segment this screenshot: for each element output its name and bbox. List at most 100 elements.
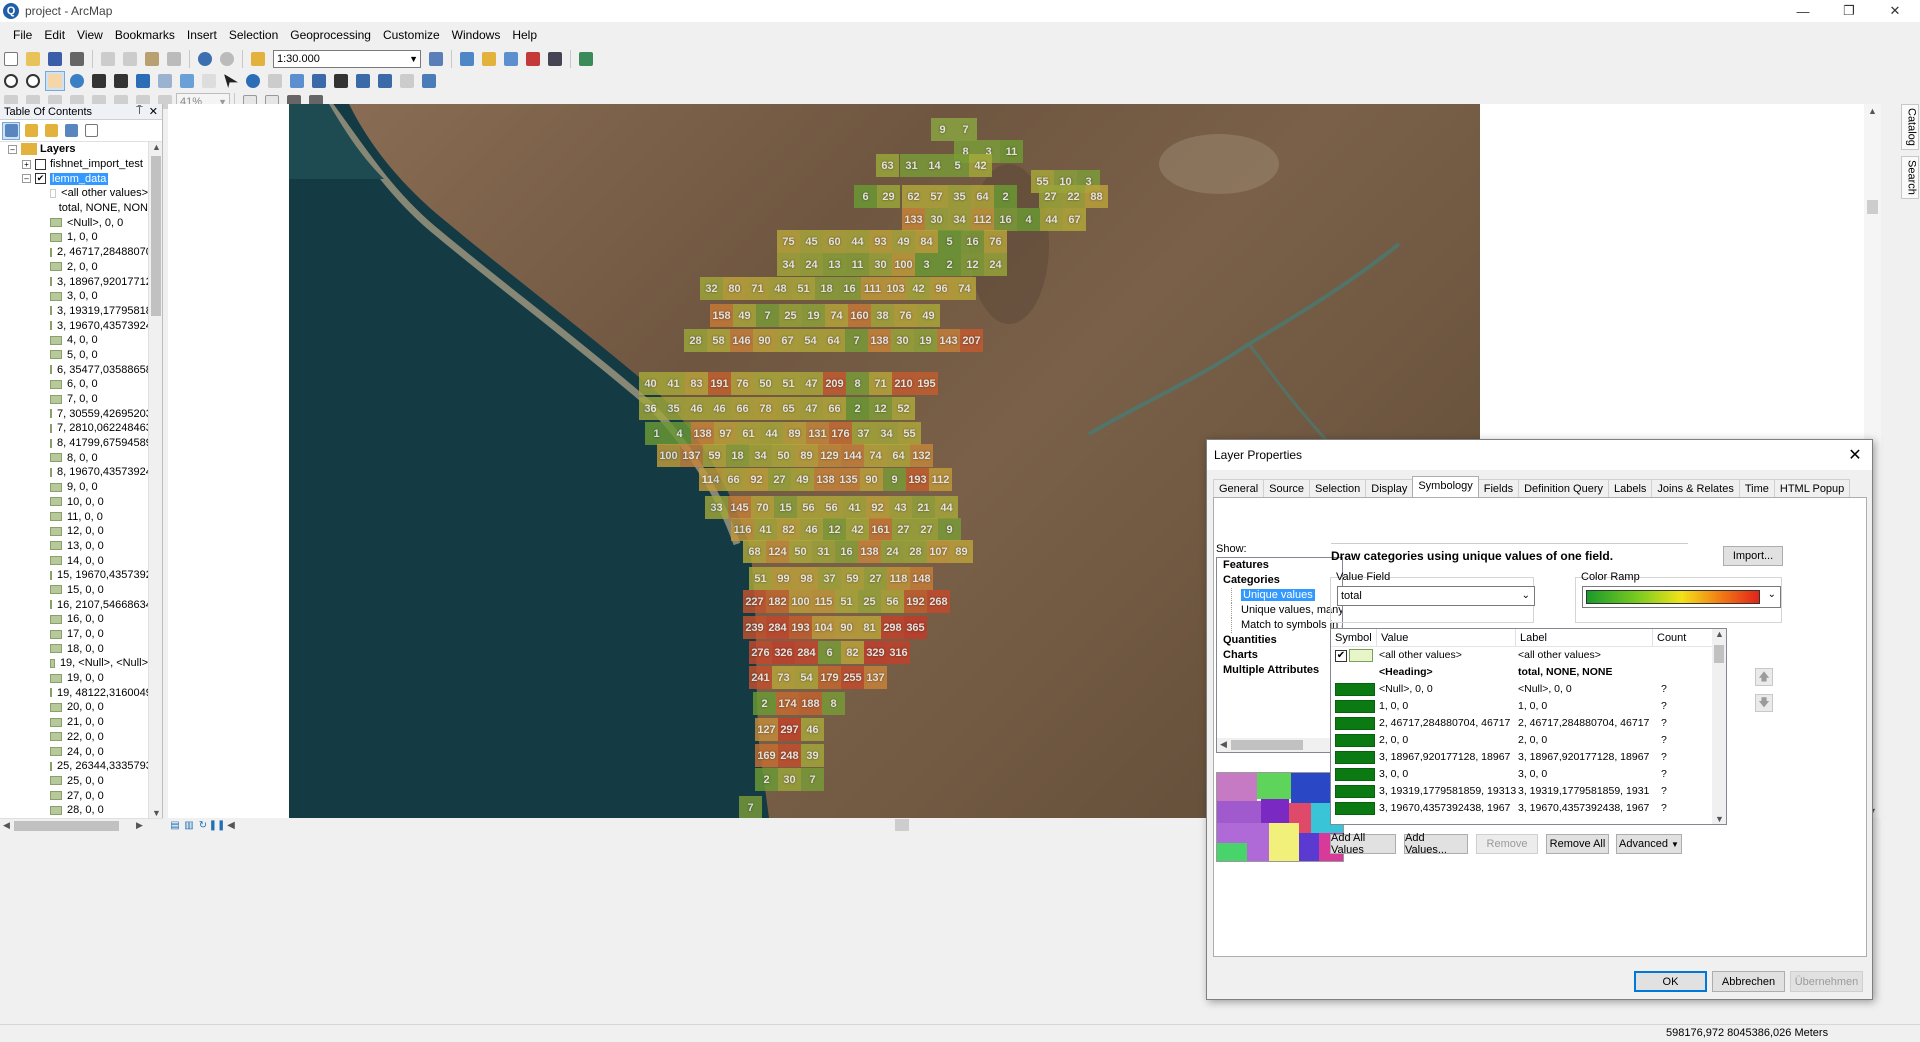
cancel-button[interactable]: Abbrechen	[1712, 971, 1785, 992]
toc-vertical-scrollbar[interactable]: ▲ ▼	[148, 142, 162, 818]
col-count[interactable]: Count	[1653, 629, 1713, 646]
legend-class-row[interactable]: 19, 0, 0	[0, 671, 148, 686]
clear-selection-icon[interactable]	[199, 71, 219, 91]
legend-class-row[interactable]: 22, 0, 0	[0, 730, 148, 745]
light-fill-symbol[interactable]	[1349, 649, 1373, 662]
legend-class-row[interactable]: 3, 19319,1779581859	[0, 304, 148, 319]
minimize-icon[interactable]: —	[1780, 0, 1826, 22]
renderer-features[interactable]: Features	[1217, 558, 1342, 573]
ok-button[interactable]: OK	[1634, 971, 1707, 992]
scroll-left-icon[interactable]: ◀	[3, 820, 10, 831]
pause-drawing-icon[interactable]: ❚❚	[209, 819, 226, 831]
value-field-select[interactable]: total ⌄	[1337, 586, 1535, 606]
apply-button[interactable]: Übernehmen	[1790, 971, 1863, 992]
list-by-selection-icon[interactable]	[62, 122, 80, 140]
green-fill-symbol[interactable]	[1335, 683, 1375, 696]
legend-class-row[interactable]: 5, 0, 0	[0, 348, 148, 363]
menu-windows[interactable]: Windows	[446, 25, 507, 45]
toc-window-icon[interactable]	[457, 49, 477, 69]
symbol-cell[interactable]	[1331, 800, 1377, 817]
tab-joins-relates[interactable]: Joins & Relates	[1651, 479, 1740, 497]
menu-edit[interactable]: Edit	[38, 25, 71, 45]
tab-html-popup[interactable]: HTML Popup	[1773, 479, 1851, 497]
col-symbol[interactable]: Symbol	[1331, 629, 1377, 646]
layout-view-icon[interactable]: ▥	[182, 819, 196, 831]
menu-insert[interactable]: Insert	[181, 25, 223, 45]
legend-class-row[interactable]: <Null>, 0, 0	[0, 215, 148, 230]
green-fill-symbol[interactable]	[1335, 785, 1375, 798]
move-up-arrow-icon[interactable]: 🡅	[1755, 668, 1773, 686]
legend-class-row[interactable]: 18, 0, 0	[0, 641, 148, 656]
close-icon[interactable]: ✕	[1872, 0, 1918, 22]
label-cell[interactable]: 3, 18967,920177128, 18967	[1516, 749, 1653, 766]
time-slider-icon[interactable]	[397, 71, 417, 91]
legend-class-row[interactable]: 19, <Null>, <Null>	[0, 656, 148, 671]
renderer-multiple-attributes[interactable]: Multiple Attributes	[1217, 663, 1342, 678]
editor-toolbar-icon[interactable]	[426, 49, 446, 69]
modelbuilder-icon[interactable]	[576, 49, 596, 69]
scroll-thumb[interactable]	[1714, 645, 1724, 663]
hyperlink-icon[interactable]	[265, 71, 285, 91]
label-cell[interactable]: 2, 46717,284880704, 46717	[1516, 715, 1653, 732]
search-window-icon[interactable]	[501, 49, 521, 69]
tab-source[interactable]: Source	[1263, 479, 1310, 497]
forward-extent-icon[interactable]	[155, 71, 175, 91]
legend-class-row[interactable]: 8, 41799,6759458937	[0, 436, 148, 451]
legend-class-row[interactable]: 16, 2107,5466863475	[0, 597, 148, 612]
undo-icon[interactable]	[195, 49, 215, 69]
renderer-unique-values[interactable]: Unique values	[1217, 588, 1342, 603]
color-ramp-select[interactable]: ⌄	[1582, 586, 1781, 608]
legend-class-row[interactable]: 11, 0, 0	[0, 509, 148, 524]
menu-geoprocessing[interactable]: Geoprocessing	[284, 25, 377, 45]
label-cell[interactable]: total, NONE, NONE	[1516, 664, 1653, 681]
zoom-in-icon[interactable]	[1, 71, 21, 91]
col-value[interactable]: Value	[1377, 629, 1516, 646]
values-table-row[interactable]: <Heading> total, NONE, NONE	[1331, 664, 1726, 681]
legend-class-row[interactable]: 4, 0, 0	[0, 333, 148, 348]
list-by-source-icon[interactable]	[22, 122, 40, 140]
catalog-window-icon[interactable]	[479, 49, 499, 69]
toc-horizontal-scrollbar[interactable]: ◀ ▶	[0, 818, 163, 832]
fixed-zoom-in-icon[interactable]	[89, 71, 109, 91]
scroll-thumb[interactable]	[151, 156, 161, 316]
full-extent-globe-icon[interactable]	[67, 71, 87, 91]
fixed-zoom-out-icon[interactable]	[111, 71, 131, 91]
move-down-arrow-icon[interactable]: 🡇	[1755, 694, 1773, 712]
symbol-cell[interactable]	[1331, 749, 1377, 766]
select-elements-arrow-icon[interactable]	[221, 71, 241, 91]
symbol-cell[interactable]	[1331, 664, 1377, 681]
paste-icon[interactable]	[142, 49, 162, 69]
legend-class-row[interactable]: 14, 0, 0	[0, 553, 148, 568]
values-table-row[interactable]: 2, 0, 0 2, 0, 0?	[1331, 732, 1726, 749]
scroll-thumb[interactable]	[1867, 200, 1878, 214]
label-cell[interactable]: 3, 0, 0	[1516, 766, 1653, 783]
legend-class-row[interactable]: 25, 0, 0	[0, 774, 148, 789]
add-values-button[interactable]: Add Values...	[1404, 832, 1468, 856]
cut-icon[interactable]	[98, 49, 118, 69]
delete-icon[interactable]	[164, 49, 184, 69]
tab-definition-query[interactable]: Definition Query	[1518, 479, 1609, 497]
green-fill-symbol[interactable]	[1335, 700, 1375, 713]
select-features-icon[interactable]	[177, 71, 197, 91]
scroll-thumb[interactable]	[1231, 740, 1303, 750]
legend-class-row[interactable]: 7, 0, 0	[0, 392, 148, 407]
search-dock-tab[interactable]: Search	[1900, 155, 1919, 199]
show-tree-hscrollbar[interactable]: ◀ ▶	[1217, 738, 1342, 752]
values-table-row[interactable]: 3, 18967,920177128, 18967 3, 18967,920177…	[1331, 749, 1726, 766]
create-viewer-window-icon[interactable]	[419, 71, 439, 91]
legend-class-row[interactable]: <all other values>	[0, 186, 148, 201]
values-table-row[interactable]: 2, 46717,284880704, 46717 2, 46717,284880…	[1331, 715, 1726, 732]
values-table-row[interactable]: <Null>, 0, 0 <Null>, 0, 0?	[1331, 681, 1726, 698]
values-table-row[interactable]: 1, 0, 0 1, 0, 0?	[1331, 698, 1726, 715]
renderer-charts[interactable]: Charts	[1217, 648, 1342, 663]
print-icon[interactable]	[67, 49, 87, 69]
new-document-icon[interactable]	[1, 49, 21, 69]
legend-class-row[interactable]: 17, 0, 0	[0, 627, 148, 642]
legend-class-row[interactable]: 19, 48122,3160049358	[0, 685, 148, 700]
legend-class-row[interactable]: 15, 19670,4357392438	[0, 568, 148, 583]
legend-class-row[interactable]: 1, 0, 0	[0, 230, 148, 245]
legend-class-row[interactable]: 13, 0, 0	[0, 539, 148, 554]
map-horizontal-scroll-thumb[interactable]	[895, 819, 909, 831]
symbol-cell[interactable]	[1331, 732, 1377, 749]
layers-root-row[interactable]: – Layers	[0, 142, 148, 157]
